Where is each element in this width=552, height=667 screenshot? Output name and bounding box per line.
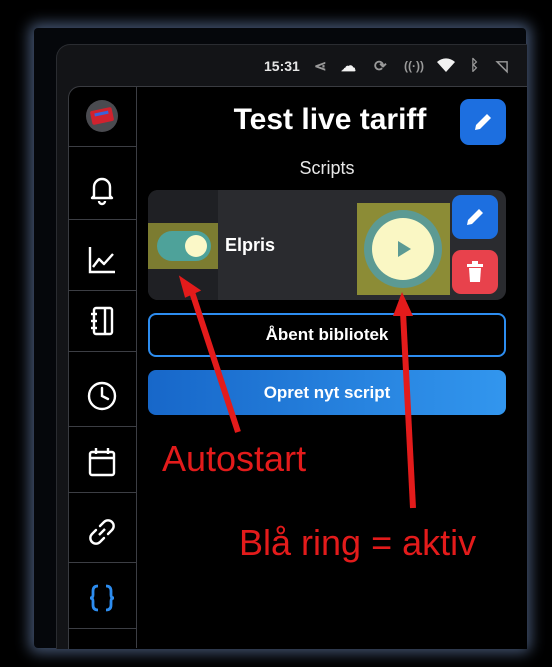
pencil-icon — [467, 209, 483, 225]
logo-icon — [86, 100, 118, 132]
calendar-icon — [88, 448, 116, 477]
autostart-toggle[interactable] — [157, 231, 211, 261]
create-script-button[interactable]: Opret nyt script — [148, 370, 506, 415]
page-title: Test live tariff — [233, 103, 427, 136]
cloud-icon: ☁ — [341, 58, 356, 75]
sidebar-item-charts[interactable] — [68, 230, 136, 291]
annotation-autostart: Autostart — [162, 438, 307, 479]
sidebar-item-alerts[interactable] — [68, 159, 136, 220]
bell-icon — [90, 177, 114, 206]
delete-script-button[interactable] — [452, 250, 498, 294]
annotation-active-ring: Blå ring = aktiv — [239, 522, 477, 563]
sidebar-item-scripts[interactable] — [68, 568, 136, 629]
share-icon: ⋖ — [314, 58, 327, 75]
open-library-button[interactable]: Åbent bibliotek — [148, 313, 506, 357]
link-icon — [89, 519, 115, 545]
sidebar-item-app-logo[interactable] — [68, 86, 136, 147]
sidebar-item-links[interactable] — [68, 502, 136, 563]
wifi-icon — [436, 57, 456, 77]
chart-icon — [88, 247, 115, 274]
status-time: 15:31 — [264, 58, 300, 74]
clock-icon — [87, 381, 117, 411]
script-name: Elpris — [225, 235, 276, 255]
bluetooth-icon: ᛒ — [470, 57, 480, 74]
cast-icon: ◹ — [496, 58, 508, 75]
status-bar: 15:31 ⋖ ☁ ⟳ ((·)) ᛒ ◹ — [56, 55, 526, 79]
play-button[interactable] — [372, 218, 434, 280]
sidebar-item-history[interactable] — [68, 366, 136, 427]
sidebar-item-calendar[interactable] — [68, 432, 136, 493]
sidebar — [68, 86, 137, 648]
edit-script-button[interactable] — [452, 195, 498, 239]
radio-icon: ((·)) — [404, 59, 424, 73]
sync-icon: ⟳ — [374, 58, 387, 75]
trash-icon — [467, 261, 483, 282]
sidebar-item-notebook[interactable] — [68, 291, 136, 352]
play-icon — [398, 241, 411, 257]
braces-icon — [89, 584, 115, 612]
toggle-knob — [185, 235, 207, 257]
notebook-icon — [91, 306, 114, 336]
section-title: Scripts — [299, 158, 355, 178]
pencil-icon — [475, 114, 491, 130]
edit-title-button[interactable] — [460, 99, 506, 145]
